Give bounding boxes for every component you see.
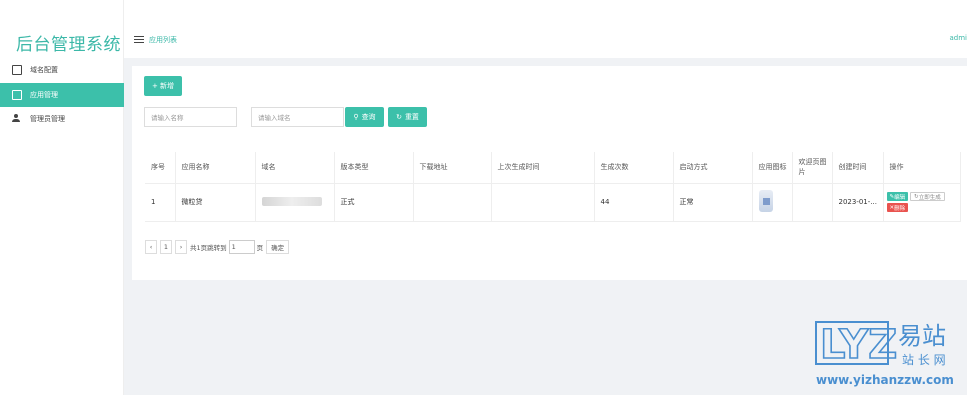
clipboard-icon bbox=[12, 65, 22, 75]
cell-welcome-image bbox=[792, 183, 833, 222]
cell-index: 1 bbox=[145, 183, 176, 222]
pagination: ‹ 1 › 共1页跳转到 1 页 确定 bbox=[145, 240, 290, 254]
cell-download bbox=[413, 183, 492, 222]
page-1-button[interactable]: 1 bbox=[160, 240, 172, 254]
generate-label: 立即生成 bbox=[918, 194, 941, 201]
sidebar-item-label: 域名配置 bbox=[30, 66, 58, 74]
refresh-icon: ↻ bbox=[396, 113, 402, 121]
sidebar-item-label: 管理员管理 bbox=[30, 115, 65, 123]
clipboard-icon bbox=[12, 90, 22, 100]
column-header: 欢迎页图片 bbox=[792, 152, 833, 184]
column-header: 生成次数 bbox=[594, 152, 674, 184]
table-row: 1 微粒贷 正式 44 正常 2023-01-... ✎ 编辑 ↻ 立即生成 ✕… bbox=[145, 183, 961, 222]
add-button[interactable]: + 新增 bbox=[144, 76, 182, 96]
search-icon: ⚲ bbox=[353, 113, 359, 121]
prev-page-button[interactable]: ‹ bbox=[145, 240, 157, 254]
sidebar-item-app-management[interactable]: 应用管理 bbox=[0, 83, 124, 107]
generate-button[interactable]: ↻ 立即生成 bbox=[910, 192, 945, 201]
column-header: 应用图标 bbox=[752, 152, 793, 184]
page-unit: 页 bbox=[256, 244, 264, 252]
column-header: 创建时间 bbox=[832, 152, 884, 184]
cell-actions: ✎ 编辑 ↻ 立即生成 ✕ 删除 bbox=[883, 183, 961, 222]
watermark-url: www.yizhanzzw.com bbox=[816, 373, 954, 387]
page-summary: 共1页跳转到 bbox=[190, 244, 227, 252]
reset-button-label: 重置 bbox=[404, 113, 419, 121]
column-header: 上次生成时间 bbox=[491, 152, 595, 184]
menu-toggle-icon[interactable] bbox=[134, 36, 144, 43]
redacted-domain bbox=[261, 196, 322, 206]
edit-button[interactable]: ✎ 编辑 bbox=[886, 192, 909, 201]
topbar: 应用列表 admi bbox=[124, 0, 967, 58]
search-button[interactable]: ⚲ 查询 bbox=[345, 107, 384, 127]
cell-last-gen bbox=[491, 183, 595, 222]
reset-button[interactable]: ↻ 重置 bbox=[388, 107, 427, 127]
page-jump-confirm-button[interactable]: 确定 bbox=[266, 240, 290, 254]
watermark-logo: LYZ 易站 站 长 网 www.yizhanzzw.com bbox=[815, 321, 954, 387]
delete-label: 删除 bbox=[894, 205, 906, 212]
delete-button[interactable]: ✕ 删除 bbox=[886, 203, 909, 212]
cell-version: 正式 bbox=[334, 183, 414, 222]
next-page-button[interactable]: › bbox=[175, 240, 187, 254]
column-header: 应用名称 bbox=[175, 152, 256, 184]
watermark-brand: 易站 bbox=[898, 322, 946, 350]
watermark-subtitle: 站 长 网 bbox=[902, 353, 946, 367]
column-header: 操作 bbox=[883, 152, 961, 184]
page-jump-input[interactable]: 1 bbox=[228, 240, 255, 254]
search-button-label: 查询 bbox=[361, 113, 376, 121]
cell-created: 2023-01-... bbox=[832, 183, 884, 222]
watermark-logo-text: LYZ bbox=[820, 322, 897, 368]
app-list-panel: + 新增 请输入名称 请输入域名 ⚲ 查询 ↻ 重置 序号 应用名称 域名 版本… bbox=[132, 66, 967, 280]
name-search-input[interactable]: 请输入名称 bbox=[144, 107, 237, 127]
edit-label: 编辑 bbox=[894, 194, 906, 201]
breadcrumb[interactable]: 应用列表 bbox=[149, 35, 177, 45]
sidebar: 后台管理系统 域名配置 应用管理 管理员管理 bbox=[0, 0, 124, 395]
user-menu[interactable]: admi bbox=[950, 34, 967, 42]
app-icon-image bbox=[758, 190, 773, 212]
sidebar-item-admin-management[interactable]: 管理员管理 bbox=[0, 107, 124, 131]
user-icon bbox=[12, 114, 22, 124]
cell-gen-count: 44 bbox=[594, 183, 674, 222]
column-header: 域名 bbox=[255, 152, 335, 184]
cell-domain bbox=[255, 183, 335, 222]
app-table: 序号 应用名称 域名 版本类型 下载地址 上次生成时间 生成次数 启动方式 应用… bbox=[145, 152, 961, 222]
column-header: 序号 bbox=[145, 152, 176, 184]
table-header-row: 序号 应用名称 域名 版本类型 下载地址 上次生成时间 生成次数 启动方式 应用… bbox=[145, 152, 961, 184]
column-header: 下载地址 bbox=[413, 152, 492, 184]
sidebar-item-domain-config[interactable]: 域名配置 bbox=[0, 58, 124, 82]
app-title: 后台管理系统 bbox=[16, 35, 121, 55]
cell-app-name: 微粒贷 bbox=[175, 183, 256, 222]
domain-search-input[interactable]: 请输入域名 bbox=[251, 107, 344, 127]
sidebar-item-label: 应用管理 bbox=[30, 91, 58, 99]
cell-launch: 正常 bbox=[673, 183, 753, 222]
content-area: + 新增 请输入名称 请输入域名 ⚲ 查询 ↻ 重置 序号 应用名称 域名 版本… bbox=[124, 58, 967, 395]
column-header: 版本类型 bbox=[334, 152, 414, 184]
cell-app-icon bbox=[752, 183, 793, 222]
column-header: 启动方式 bbox=[673, 152, 753, 184]
